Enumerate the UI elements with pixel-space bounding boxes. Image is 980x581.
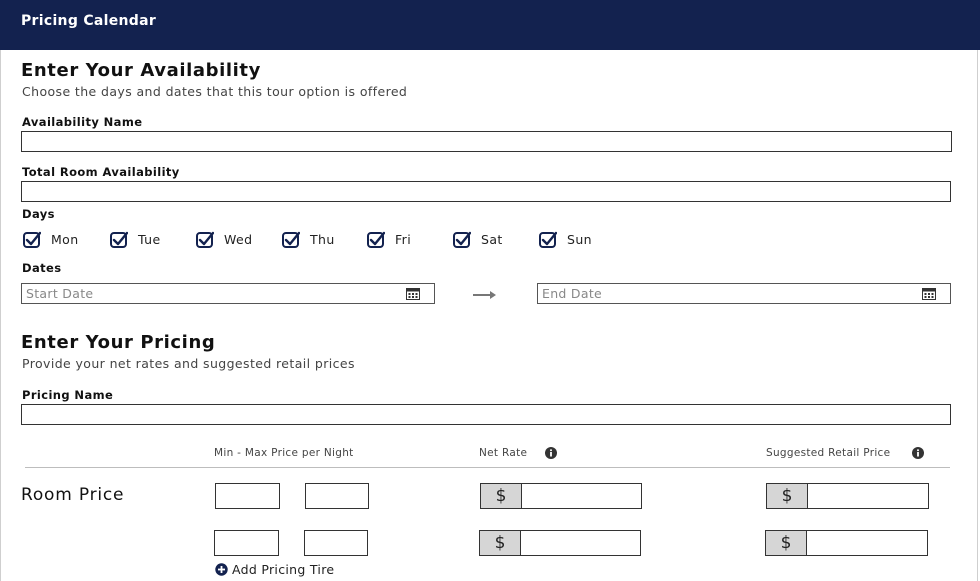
availability-name-label: Availability Name [22, 115, 143, 129]
availability-name-input[interactable] [21, 131, 952, 152]
checkbox-checked-icon[interactable] [196, 231, 214, 248]
day-label-wed: Wed [224, 231, 253, 247]
checkbox-checked-icon[interactable] [282, 231, 300, 248]
day-label-mon: Mon [51, 231, 79, 247]
day-label-thu: Thu [310, 231, 335, 247]
pricing-name-label: Pricing Name [22, 388, 114, 402]
pricing-divider [25, 467, 950, 468]
net-rate-input[interactable]: $ [480, 483, 642, 509]
currency-symbol: $ [481, 484, 522, 508]
net-rate-column-header: Net Rate [479, 447, 528, 459]
day-checkbox-thu[interactable]: Thu [282, 229, 335, 249]
info-icon[interactable] [545, 447, 557, 459]
availability-heading: Enter Your Availability [21, 60, 261, 81]
room-price-label: Room Price [21, 485, 125, 505]
retail-price-input[interactable]: $ [766, 483, 929, 509]
currency-symbol: $ [766, 531, 807, 555]
day-checkbox-fri[interactable]: Fri [367, 229, 411, 249]
day-label-fri: Fri [395, 231, 412, 247]
day-checkbox-mon[interactable]: Mon [23, 229, 79, 249]
dates-label: Dates [22, 261, 62, 275]
availability-subtitle: Choose the days and dates that this tour… [22, 84, 408, 99]
pricing-subtitle: Provide your net rates and suggested ret… [22, 356, 355, 371]
day-label-sun: Sun [567, 231, 592, 247]
calendar-icon[interactable] [922, 287, 936, 300]
room-availability-input[interactable] [21, 181, 951, 202]
currency-symbol: $ [767, 484, 808, 508]
room-availability-label: Total Room Availability [22, 165, 180, 179]
app-title: Pricing Calendar [21, 13, 157, 29]
checkbox-checked-icon[interactable] [539, 231, 557, 248]
day-label-sat: Sat [481, 231, 503, 247]
checkbox-checked-icon[interactable] [367, 231, 385, 248]
pricing-name-input[interactable] [21, 404, 951, 425]
day-checkbox-wed[interactable]: Wed [196, 229, 252, 249]
day-checkbox-sat[interactable]: Sat [453, 229, 503, 249]
arrow-right-icon [473, 291, 496, 299]
end-date-input[interactable]: End Date [537, 283, 951, 304]
add-pricing-tier-label: Add Pricing Tire [232, 562, 335, 577]
retail-price-column-header: Suggested Retail Price [766, 447, 891, 459]
currency-symbol: $ [480, 531, 521, 555]
info-icon[interactable] [912, 447, 924, 459]
min-max-column-header: Min - Max Price per Night [214, 447, 354, 459]
end-date-placeholder: End Date [542, 286, 603, 301]
start-date-placeholder: Start Date [26, 286, 94, 301]
max-price-input[interactable] [305, 483, 369, 509]
day-checkbox-sun[interactable]: Sun [539, 229, 592, 249]
checkbox-checked-icon[interactable] [453, 231, 471, 248]
checkbox-checked-icon[interactable] [23, 231, 41, 248]
net-rate-input[interactable]: $ [479, 530, 641, 556]
days-label: Days [22, 207, 55, 221]
pricing-heading: Enter Your Pricing [21, 332, 216, 353]
max-price-input[interactable] [304, 530, 368, 556]
min-price-input[interactable] [214, 530, 279, 556]
retail-price-input[interactable]: $ [765, 530, 928, 556]
title-bar: Pricing Calendar [0, 0, 980, 50]
day-checkbox-tue[interactable]: Tue [110, 229, 161, 249]
add-pricing-tier-button[interactable]: Add Pricing Tire [215, 562, 334, 577]
calendar-icon[interactable] [406, 287, 420, 300]
start-date-input[interactable]: Start Date [21, 283, 435, 304]
day-label-tue: Tue [138, 231, 161, 247]
plus-circle-icon [215, 563, 228, 576]
min-price-input[interactable] [215, 483, 280, 509]
checkbox-checked-icon[interactable] [110, 231, 128, 248]
